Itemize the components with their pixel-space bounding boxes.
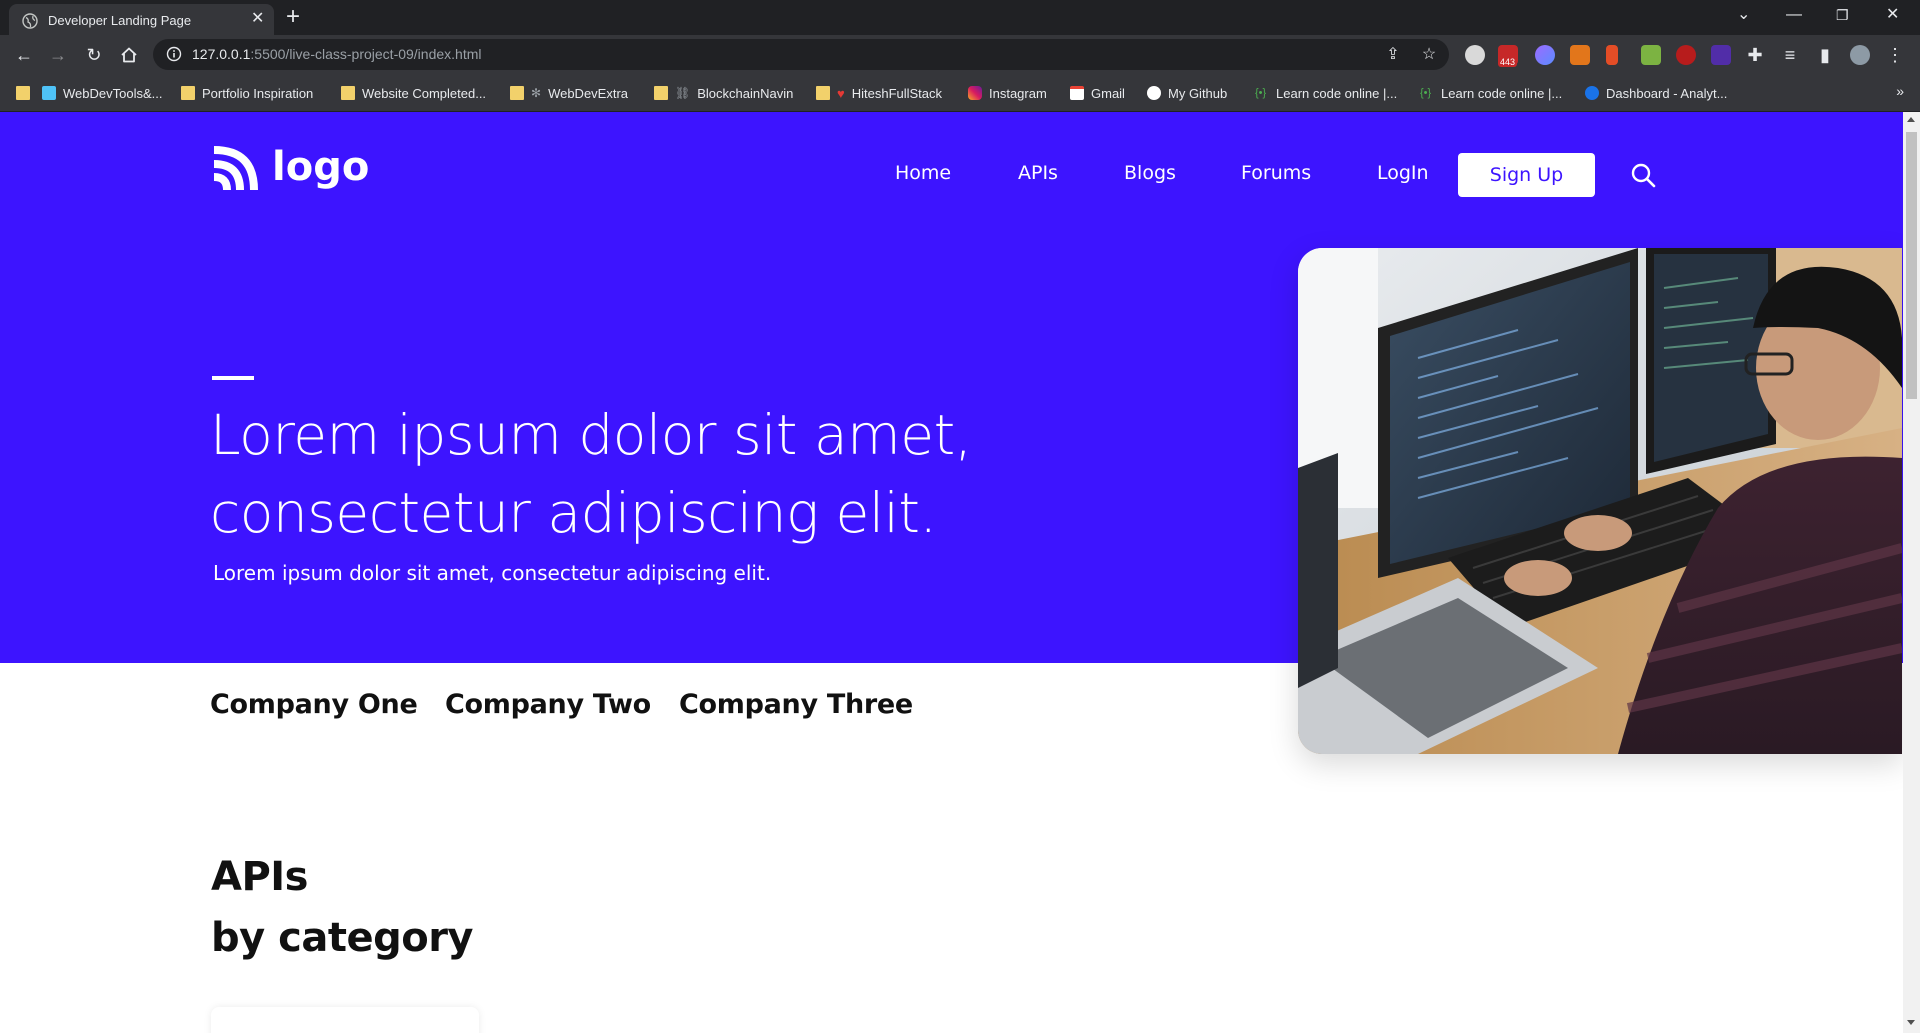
- site-info-icon[interactable]: [166, 46, 182, 62]
- page-scrollbar[interactable]: [1903, 112, 1920, 1033]
- share-icon[interactable]: ⇪: [1383, 45, 1403, 65]
- nav-login-link[interactable]: LogIn: [1377, 162, 1429, 184]
- hero-headline-line2: consectetur adipiscing elit.: [210, 481, 937, 545]
- section-title-line2: by category: [211, 915, 474, 961]
- reading-list-icon[interactable]: ≡: [1780, 45, 1800, 65]
- extension-arrow-icon[interactable]: [1606, 45, 1618, 65]
- hero-headline: Lorem ipsum dolor sit amet, consectetur …: [210, 396, 1110, 552]
- nav-blogs-link[interactable]: Blogs: [1124, 162, 1176, 184]
- page-viewport: logo Home APIs Blogs Forums LogIn Sign U…: [0, 112, 1920, 1033]
- folder-icon: [341, 86, 355, 100]
- close-tab-icon[interactable]: ✕: [251, 10, 264, 28]
- browser-tab-strip: Developer Landing Page ✕ + ⌄ — ❐ ✕: [0, 0, 1920, 35]
- folder-icon: [16, 86, 30, 100]
- gear-icon: ✻: [531, 86, 542, 100]
- bookmark-page-icon: [42, 86, 56, 100]
- github-icon: [1147, 86, 1161, 100]
- home-icon[interactable]: [119, 45, 139, 65]
- close-window-icon[interactable]: ✕: [1886, 5, 1899, 25]
- bookmarks-bar: WebDevTools&... Portfolio Inspiration We…: [0, 74, 1920, 112]
- bookmark-item[interactable]: Dashboard - Analyt...: [1585, 84, 1727, 102]
- signup-button[interactable]: Sign Up: [1458, 153, 1595, 197]
- extension-mask-icon[interactable]: [1465, 45, 1485, 65]
- bookmark-item[interactable]: Portfolio Inspiration: [181, 84, 313, 102]
- codestudio-icon: {•}: [1420, 87, 1432, 99]
- bookmark-item[interactable]: Website Completed...: [341, 84, 486, 102]
- more-bookmarks-icon[interactable]: »: [1896, 83, 1904, 99]
- hero-headline-line1: Lorem ipsum dolor sit amet,: [210, 403, 972, 467]
- extension-gradient-icon[interactable]: [1535, 45, 1555, 65]
- star-icon[interactable]: ☆: [1419, 45, 1439, 65]
- bookmark-item[interactable]: WebDevTools&...: [42, 84, 162, 102]
- link-icon: ⛓: [675, 86, 691, 100]
- tab-search-icon[interactable]: ⌄: [1737, 5, 1750, 25]
- site-logo[interactable]: logo: [210, 144, 370, 194]
- extension-green-icon[interactable]: [1641, 45, 1661, 65]
- profile-avatar[interactable]: [1850, 45, 1870, 65]
- back-icon[interactable]: ←: [14, 45, 34, 65]
- nav-apis-link[interactable]: APIs: [1018, 162, 1058, 184]
- heart-icon: ♥: [837, 85, 845, 101]
- menu-kebab-icon[interactable]: ⋮: [1885, 45, 1905, 65]
- bookmark-item[interactable]: Gmail: [1070, 84, 1125, 102]
- url-text: 127.0.0.1:5500/live-class-project-09/ind…: [192, 46, 482, 62]
- folder-icon: [510, 86, 524, 100]
- bookmark-item[interactable]: ⛓ BlockchainNavin: [654, 84, 793, 102]
- bookmark-item[interactable]: {•} Learn code online |...: [1420, 84, 1562, 102]
- forward-icon[interactable]: →: [48, 45, 68, 65]
- tab-title: Developer Landing Page: [48, 13, 192, 28]
- hero-developer-photo: [1298, 248, 1902, 754]
- extension-badge-count: 443: [1498, 57, 1518, 67]
- side-panel-icon[interactable]: ▮: [1815, 45, 1835, 65]
- restore-icon[interactable]: ❐: [1836, 5, 1849, 25]
- extension-purple-icon[interactable]: [1711, 45, 1731, 65]
- logo-mark-icon: [213, 146, 258, 191]
- reload-icon[interactable]: ↻: [84, 45, 104, 65]
- headline-accent-line: [212, 376, 254, 380]
- new-tab-icon[interactable]: +: [286, 5, 300, 29]
- codestudio-icon: {•}: [1255, 87, 1267, 99]
- extensions-puzzle-icon[interactable]: ✚: [1745, 45, 1765, 65]
- company-logo-two: Company Two: [445, 689, 651, 720]
- developer-photo-illustration: [1298, 248, 1902, 754]
- analytics-icon: [1585, 86, 1599, 100]
- bookmark-item[interactable]: ♥ HiteshFullStack: [816, 84, 942, 102]
- logo-text: logo: [272, 144, 370, 190]
- bookmark-item[interactable]: Instagram: [968, 84, 1047, 102]
- company-logo-one: Company One: [210, 689, 418, 720]
- nav-forums-link[interactable]: Forums: [1241, 162, 1311, 184]
- company-logo-three: Company Three: [679, 689, 913, 720]
- bookmark-item[interactable]: {•} Learn code online |...: [1255, 84, 1397, 102]
- scroll-down-icon[interactable]: [1907, 1020, 1915, 1025]
- section-title-line1: APIs: [211, 854, 308, 900]
- hero-subtitle: Lorem ipsum dolor sit amet, consectetur …: [213, 561, 772, 585]
- nav-home-link[interactable]: Home: [895, 162, 951, 184]
- folder-icon: [816, 86, 830, 100]
- folder-icon: [654, 86, 668, 100]
- minimize-icon[interactable]: —: [1786, 5, 1802, 25]
- bookmark-item[interactable]: My Github: [1147, 84, 1227, 102]
- metamask-icon[interactable]: [1570, 45, 1590, 65]
- search-icon[interactable]: [1630, 162, 1656, 188]
- address-bar[interactable]: 127.0.0.1:5500/live-class-project-09/ind…: [153, 39, 1449, 70]
- globe-icon: [22, 13, 38, 29]
- scroll-up-icon[interactable]: [1907, 117, 1915, 122]
- browser-toolbar: ← → ↻ 127.0.0.1:5500/live-class-project-…: [0, 35, 1920, 74]
- gmail-icon: [1070, 86, 1084, 100]
- api-category-card[interactable]: [211, 1007, 479, 1033]
- instagram-icon: [968, 86, 982, 100]
- apis-section-title: APIs by category: [211, 847, 474, 969]
- folder-icon: [181, 86, 195, 100]
- browser-tab[interactable]: Developer Landing Page ✕: [9, 4, 274, 35]
- scrollbar-thumb[interactable]: [1906, 132, 1917, 399]
- extension-record-icon[interactable]: [1676, 45, 1696, 65]
- bookmark-item[interactable]: ✻ WebDevExtra: [510, 84, 628, 102]
